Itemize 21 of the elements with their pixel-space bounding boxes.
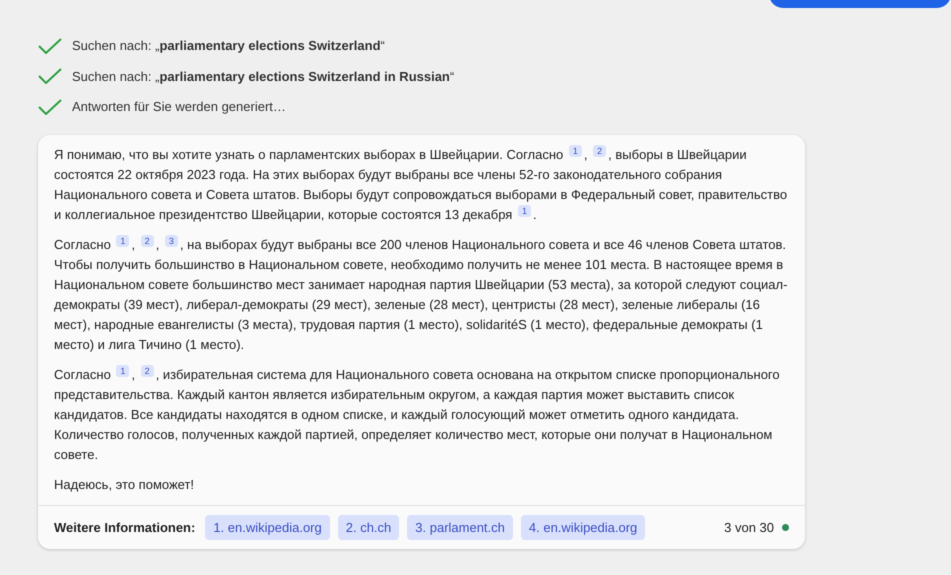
- answer-paragraph: Я понимаю, что вы хотите узнать о парламентских выборах в Швейцарии. Согласно 1 , 2 , выборы в Швейцарии состоятся 22 октября 2023 года. На этих выборах будут выбраны все члены 52-го законодательного собрания Национального совета и Совета штатов. Выборы будут сопровождаться выборами в Федеральный совет, правительство и коллегиальное президентство Швейцарии, которые состоятся 13 декабря 1 .: [54, 144, 788, 224]
- citation-link[interactable]: 1: [116, 364, 130, 376]
- search-step-text: Suchen nach: „parliamentary elections Switzerland in Russian“: [72, 68, 454, 86]
- citation-link[interactable]: 2: [593, 144, 606, 156]
- sources-label: Weitere Informationen:: [54, 518, 196, 536]
- source-link[interactable]: 1. en.wikipedia.org: [205, 514, 330, 540]
- answer-paragraph: Согласно 1 , 2 , 3 , на выборах будут выбраны все 200 членов Национального совета и все 46 членов Совета штатов. Чтобы получить большинство в Национальном совете, необходимо получить не менее 101 места. В настоящее время в Национальном совете большинство мест занимает народная партия Швейцарии (53 места), за которой следуют социал-демократы (39 мест), либерал-демократы (29 мест), зеленые (28 мест), центристы (28 мест), зеленые либералы (16 мест), народные евангелисты (3 места), трудовая партия (1 место), solidaritéS (1 место), федеральные демократы (1 место) и лига Тичино (1 место).: [54, 234, 788, 354]
- citation-link[interactable]: 2: [140, 234, 154, 246]
- citation-link[interactable]: 1: [518, 204, 531, 216]
- search-step-text: Antworten für Sie werden generiert…: [72, 98, 286, 116]
- source-link[interactable]: 2. ch.ch: [338, 514, 400, 540]
- citation-link[interactable]: 3: [164, 234, 178, 246]
- citation-link[interactable]: 1: [568, 144, 582, 156]
- citation-link[interactable]: 2: [140, 364, 154, 376]
- source-link[interactable]: 4. en.wikipedia.org: [520, 514, 646, 540]
- answer-paragraph: Согласно 1 , 2 , избирательная система для Национального совета основана на открытом списке пропорционального представительства. Каждый кантон является избирательным округом, а каждая партия может выставить список кандидатов. Все кандидаты находятся в одном списке, и каждый голосующий может отметить одного кандидата. Количество голосов, полученных каждой партией, определяет количество мест, которые они получат в Национальном совете.: [54, 364, 781, 464]
- answer-paragraph: Надеюсь, это поможет!: [54, 476, 196, 494]
- citation-link[interactable]: 1: [116, 234, 130, 246]
- source-link[interactable]: 3. parlament.ch: [407, 514, 513, 540]
- turn-counter: 3 von 30: [724, 518, 774, 536]
- search-step-text: Suchen nach: „parliamentary elections Switzerland“: [72, 37, 385, 55]
